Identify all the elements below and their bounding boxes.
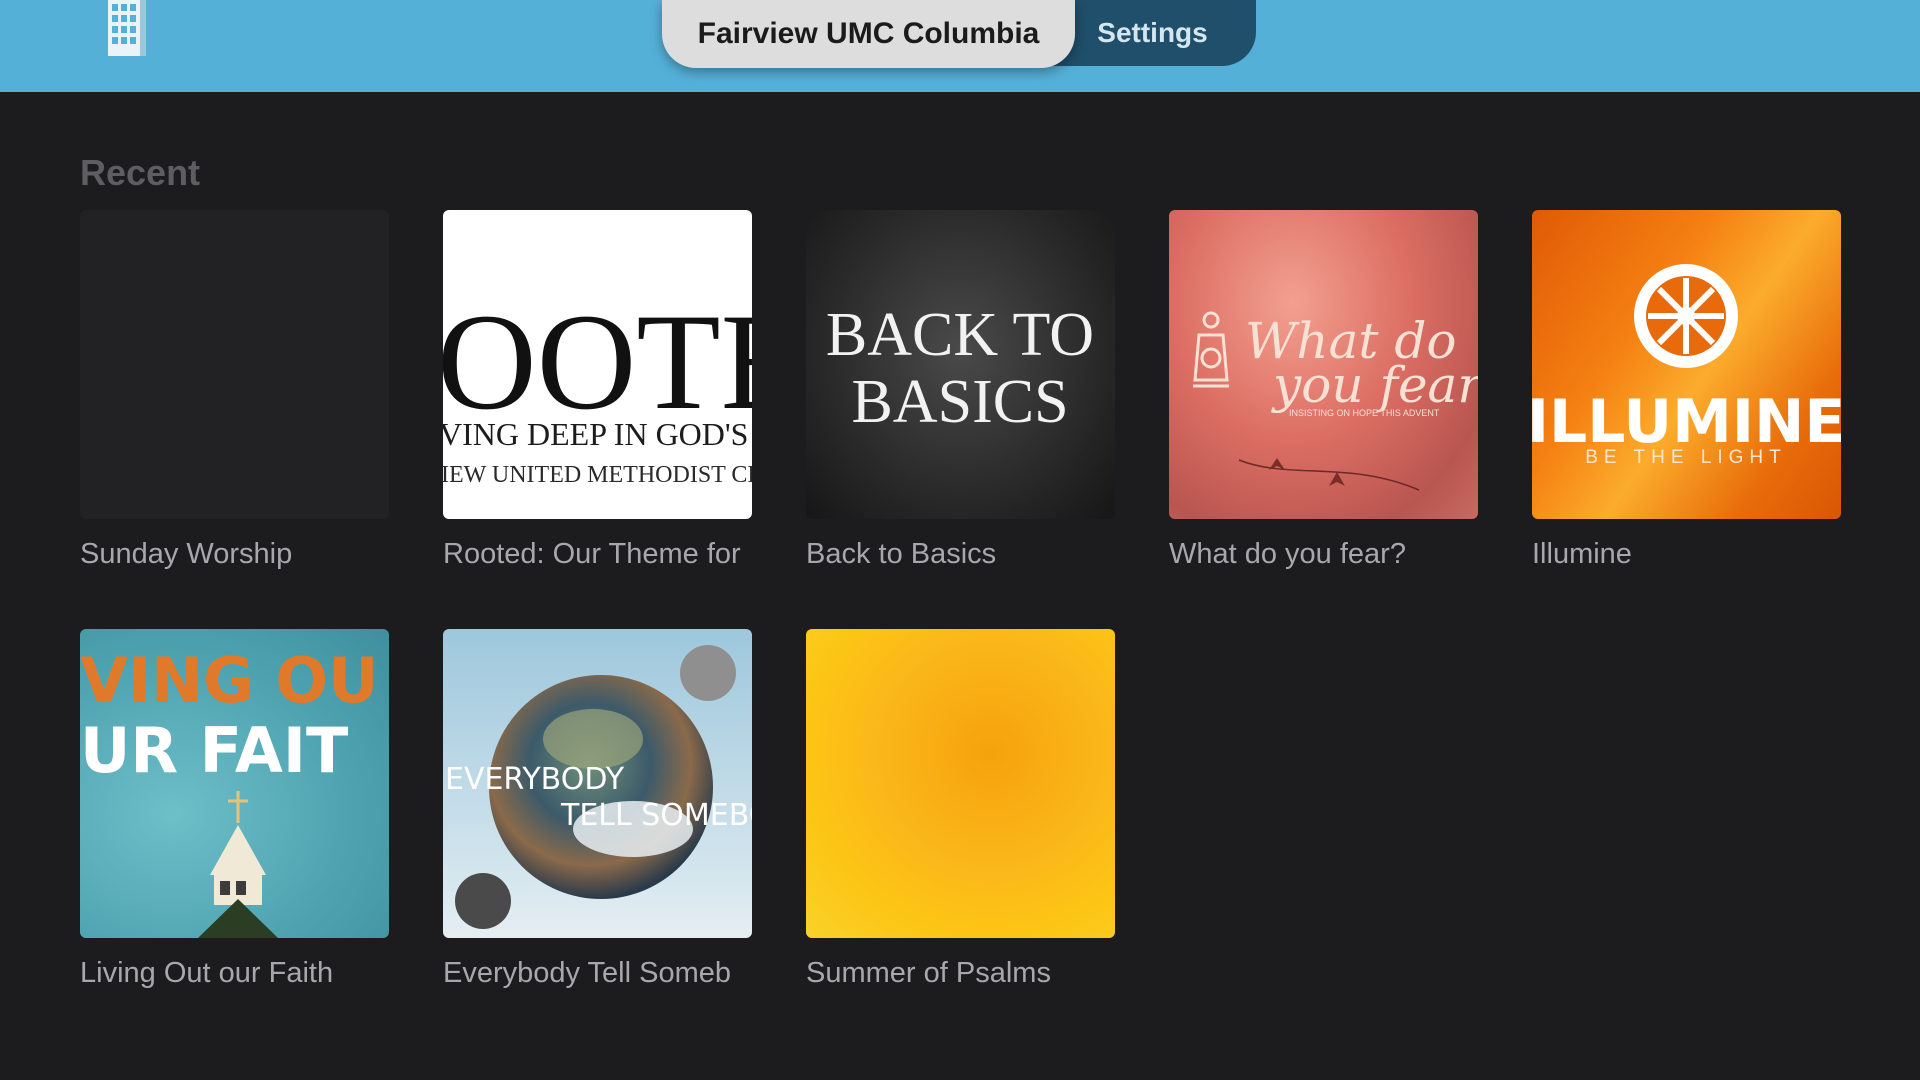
artwork-text: IEW UNITED METHODIST CH (443, 462, 752, 488)
church-window-logo-icon (108, 0, 146, 56)
compass-emblem-icon (1634, 264, 1738, 368)
artwork-text: BASICS (851, 368, 1068, 436)
series-artwork: OOTE VING DEEP IN GOD'S W IEW UNITED MET… (443, 210, 752, 519)
artwork-text: VING DEEP IN GOD'S W (443, 416, 752, 452)
sermon-series-card[interactable]: VING OU UR FAIT Living Out our Faith (80, 629, 389, 990)
series-artwork: ILLUMINE BE THE LIGHT (1532, 210, 1841, 519)
artwork-text: EVERYBODY (445, 762, 625, 797)
artwork-text: you fear (1271, 356, 1478, 414)
artwork-text: BE THE LIGHT (1585, 447, 1787, 468)
sermon-series-card[interactable]: EVERYBODY TELL SOMEBODY Everybody Tell S… (443, 629, 752, 990)
lantern-icon (1193, 311, 1229, 388)
series-title: What do you fear? (1169, 538, 1406, 570)
church-steeple-icon (198, 791, 278, 938)
top-bar: Fairview UMC Columbia Settings (0, 0, 1920, 92)
moon-icon (455, 873, 511, 929)
moon-icon (680, 645, 736, 701)
sermon-series-card[interactable]: ILLUMINE BE THE LIGHT Illumine (1532, 210, 1841, 571)
tab-settings[interactable]: Settings (1075, 0, 1230, 66)
series-artwork (80, 210, 389, 519)
series-artwork: What do you fear INSISTING ON HOPE THIS … (1169, 210, 1478, 519)
artwork-text: UR FAIT (80, 714, 348, 787)
series-artwork: EVERYBODY TELL SOMEBODY (443, 629, 752, 938)
sermon-series-card[interactable]: Summer of Psalms (806, 629, 1115, 990)
series-artwork: VING OU UR FAIT (80, 629, 389, 938)
sermon-series-card[interactable]: Sunday Worship (80, 210, 389, 571)
sermon-series-card[interactable]: What do you fear INSISTING ON HOPE THIS … (1169, 210, 1478, 571)
series-title: Summer of Psalms (806, 957, 1051, 989)
series-title: Rooted: Our Theme for (443, 538, 741, 570)
series-title: Living Out our Faith (80, 957, 334, 989)
artwork-text: TELL SOMEBODY (560, 798, 752, 833)
series-title: Sunday Worship (80, 538, 293, 570)
series-artwork (806, 629, 1115, 938)
series-title: Everybody Tell Someb (443, 957, 732, 989)
sermon-series-card[interactable]: OOTE VING DEEP IN GOD'S W IEW UNITED MET… (443, 210, 752, 571)
series-title: Back to Basics (806, 538, 997, 570)
section-title: Recent (80, 152, 201, 193)
tab-fairview-umc-columbia[interactable]: Fairview UMC Columbia (662, 0, 1075, 68)
artwork-text: VING OU (80, 644, 378, 717)
series-title: Illumine (1532, 538, 1632, 570)
artwork-text: BACK TO (826, 301, 1094, 369)
sermon-series-card[interactable]: BACK TO BASICS Back to Basics (806, 210, 1115, 571)
series-artwork: BACK TO BASICS (806, 210, 1115, 519)
artwork-text: INSISTING ON HOPE THIS ADVENT (1289, 408, 1440, 418)
